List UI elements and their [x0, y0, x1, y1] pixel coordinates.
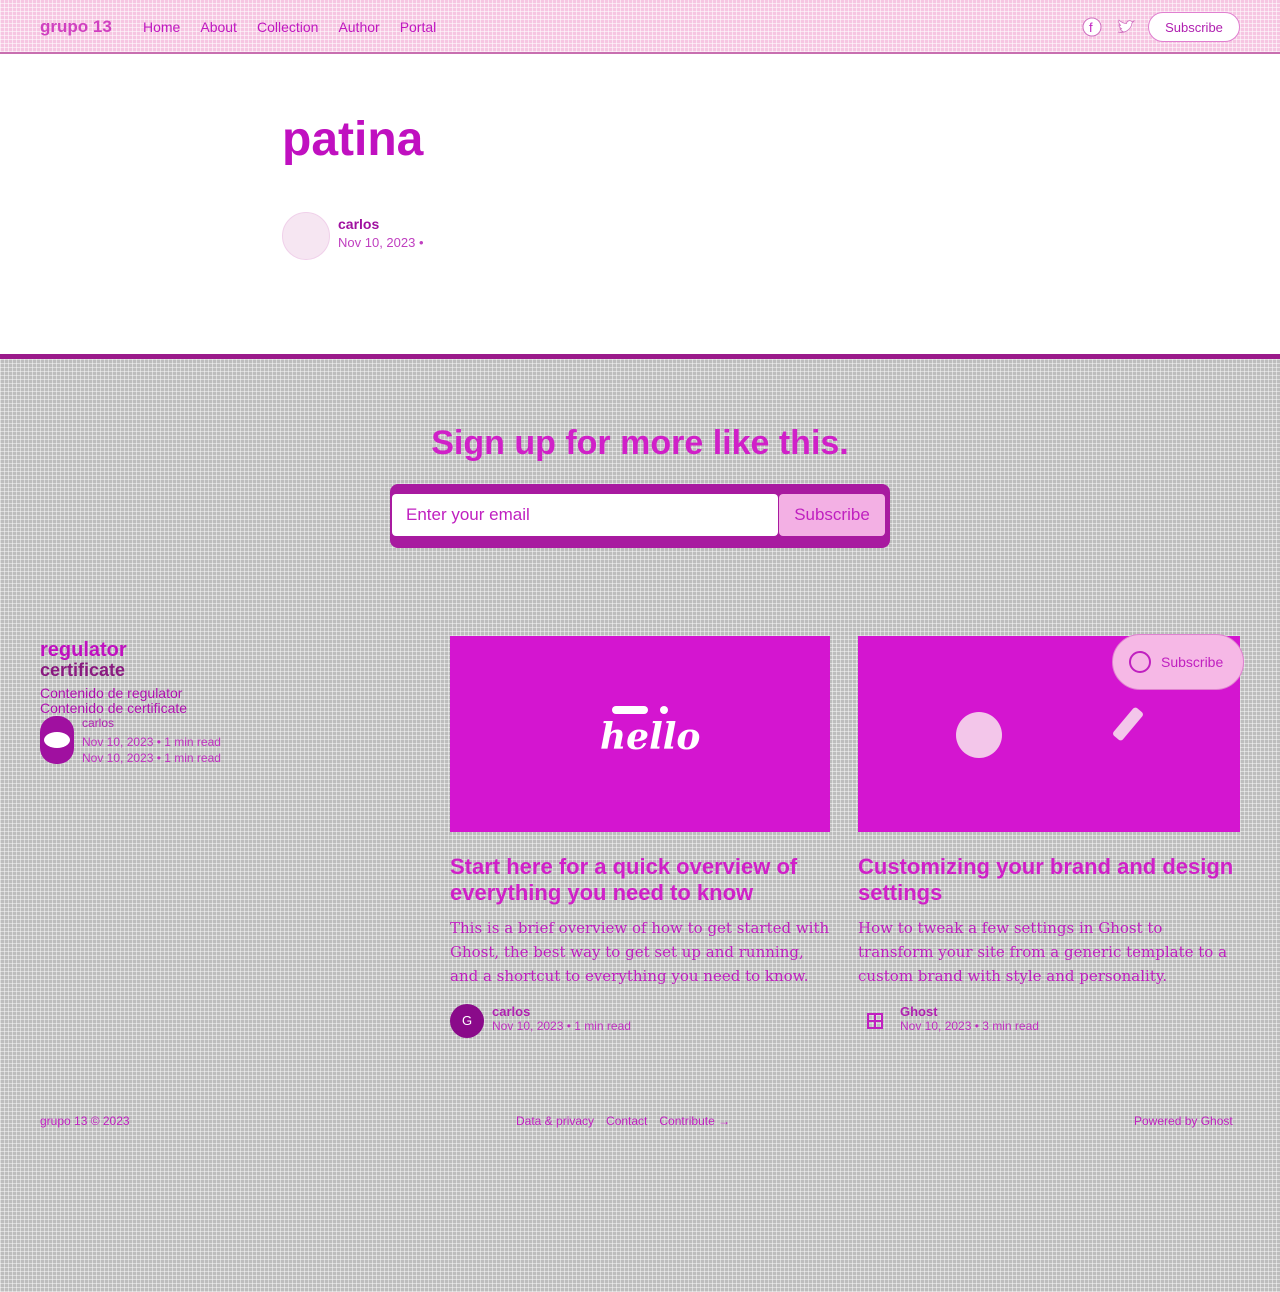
post-card-author: Ghost Nov 10, 2023 • 3 min read: [858, 1004, 1240, 1038]
facebook-icon[interactable]: f: [1082, 17, 1102, 37]
avatar: [40, 716, 74, 764]
portal-label: Subscribe: [1161, 654, 1224, 670]
post-card-image[interactable]: hello: [450, 636, 830, 832]
main-nav: Home About Collection Author Portal: [143, 19, 436, 35]
email-field[interactable]: [392, 494, 778, 536]
post-card[interactable]: hello Start here for a quick overview of…: [450, 636, 830, 1038]
post-card[interactable]: Customizing your brand and design settin…: [858, 636, 1240, 1038]
post-card-title[interactable]: Start here for a quick overview of every…: [450, 854, 830, 906]
copyright: grupo 13 © 2023: [40, 1114, 130, 1128]
side-card-excerpt: Contenido de regulator Contenido de certi…: [40, 686, 380, 716]
ghost-logo-icon[interactable]: [858, 1004, 892, 1038]
logo-bar: [612, 706, 648, 714]
subscribe-button[interactable]: Subscribe: [779, 494, 885, 536]
cta-title: Sign up for more like this.: [431, 424, 849, 462]
nav-portal[interactable]: Portal: [400, 19, 437, 35]
side-post-card[interactable]: regulator certificate Contenido de regul…: [40, 640, 380, 716]
portal-subscribe-button[interactable]: Subscribe: [1112, 634, 1244, 690]
post-card-excerpt: This is a brief overview of how to get s…: [450, 919, 830, 985]
site-header: grupo 13 Home About Collection Author Po…: [0, 0, 1280, 54]
side-card-subtitle[interactable]: certificate: [40, 660, 380, 680]
social-links: f: [1082, 17, 1136, 37]
footer-link-contact[interactable]: Contact: [606, 1114, 647, 1128]
side-meta-2: Nov 10, 2023 • 1 min read: [82, 751, 221, 765]
post-card-author: G carlos Nov 10, 2023 • 1 min read: [450, 1004, 830, 1038]
logo-dot: [660, 706, 668, 714]
author-name[interactable]: Ghost: [900, 1004, 1039, 1019]
post-card-title[interactable]: Customizing your brand and design settin…: [858, 854, 1240, 906]
hello-logo: hello: [600, 716, 701, 758]
post-meta: Nov 10, 2023 • 1 min read: [492, 1019, 631, 1033]
header-subscribe-button[interactable]: Subscribe: [1148, 12, 1240, 42]
side-card-meta: Nov 10, 2023 • 1 min read Nov 10, 2023 •…: [82, 734, 221, 766]
footer-links: Data & privacy Contact Contribute →: [516, 1114, 730, 1128]
avatar[interactable]: G: [450, 1004, 484, 1038]
side-author-name[interactable]: carlos: [82, 716, 114, 730]
site-logo[interactable]: grupo 13: [40, 17, 112, 37]
svg-text:f: f: [1089, 20, 1093, 35]
post-date-text: Nov 10, 2023: [338, 235, 416, 250]
side-excerpt-2: Contenido de certificate: [40, 700, 188, 716]
footer-link-privacy[interactable]: Data & privacy: [516, 1114, 594, 1128]
pencil-icon: [1111, 706, 1145, 742]
post-card-excerpt: How to tweak a few settings in Ghost to …: [858, 919, 1228, 985]
post-date: Nov 10, 2023 •: [338, 235, 424, 250]
nav-home[interactable]: Home: [143, 19, 180, 35]
side-meta-1: Nov 10, 2023 • 1 min read: [82, 735, 221, 749]
side-card-title[interactable]: regulator: [40, 640, 380, 660]
post-title: patina: [282, 113, 424, 166]
author-name[interactable]: carlos: [338, 216, 379, 232]
nav-author[interactable]: Author: [338, 19, 379, 35]
side-author-avatar[interactable]: [40, 716, 74, 764]
twitter-icon[interactable]: [1116, 17, 1136, 37]
circle-shape: [956, 712, 1002, 758]
user-icon: [1129, 651, 1151, 673]
side-excerpt-1: Contenido de regulator: [40, 685, 183, 701]
author-avatar[interactable]: [282, 212, 330, 260]
author-info: carlos Nov 10, 2023 • 1 min read: [492, 1004, 631, 1033]
author-name[interactable]: carlos: [492, 1004, 631, 1019]
nav-about[interactable]: About: [200, 19, 237, 35]
footer-link-contribute[interactable]: Contribute →: [659, 1114, 730, 1128]
nav-collection[interactable]: Collection: [257, 19, 318, 35]
author-info: Ghost Nov 10, 2023 • 3 min read: [900, 1004, 1039, 1033]
powered-by[interactable]: Powered by Ghost: [1134, 1114, 1233, 1128]
post-meta: Nov 10, 2023 • 3 min read: [900, 1019, 1039, 1033]
